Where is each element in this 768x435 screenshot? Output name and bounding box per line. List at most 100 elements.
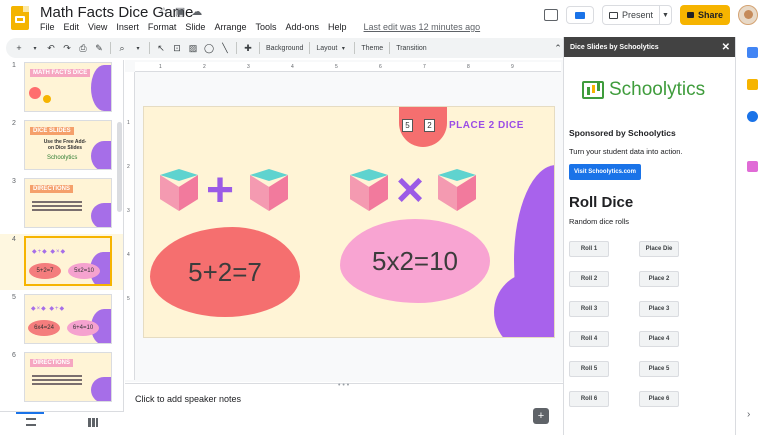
slide-thumbnail[interactable]: MATH FACTS DICE — [24, 62, 112, 112]
menu-slide[interactable]: Slide — [185, 22, 205, 32]
slide-thumbnail[interactable]: DIRECTIONS — [24, 352, 112, 402]
line-icon[interactable]: ╲ — [220, 43, 230, 54]
present-button[interactable]: Present ▼ — [602, 5, 672, 25]
menu-file[interactable]: File — [40, 22, 55, 32]
user-avatar[interactable] — [738, 5, 758, 25]
roll-4-button[interactable]: Roll 4 — [569, 331, 609, 347]
current-slide[interactable]: 5 2 PLACE 2 DICE + × 5+2=7 5x2=10 — [143, 106, 555, 338]
slide-number: 5 — [12, 294, 16, 301]
zoom-dropdown-icon[interactable]: ▾ — [133, 45, 143, 52]
menu-addons[interactable]: Add-ons — [285, 22, 319, 32]
undo-icon[interactable]: ↶ — [46, 43, 56, 54]
dice-addon-icon[interactable] — [747, 161, 758, 172]
left-equation[interactable]: 5+2=7 — [150, 227, 300, 317]
dice-cube-icon[interactable] — [350, 169, 388, 211]
present-icon — [609, 11, 618, 19]
decor-shape — [91, 65, 111, 111]
addon-side-panel: Dice Slides by Schoolytics ✕ Schoolytics… — [563, 37, 736, 435]
place-5-button[interactable]: Place 5 — [639, 361, 679, 377]
share-button[interactable]: Share — [680, 5, 730, 25]
roll-6-button[interactable]: Roll 6 — [569, 391, 609, 407]
menu-arrange[interactable]: Arrange — [214, 22, 246, 32]
background-button[interactable]: Background — [266, 45, 303, 52]
place-4-button[interactable]: Place 4 — [639, 331, 679, 347]
menu-help[interactable]: Help — [328, 22, 347, 32]
present-main[interactable]: Present — [603, 6, 661, 24]
right-equation[interactable]: 5x2=10 — [340, 219, 490, 303]
filmstrip-slide-4[interactable]: 4 ◆+◆ ◆×◆ 5+2=7 5x2=10 — [0, 234, 123, 290]
redo-icon[interactable]: ↷ — [62, 43, 72, 54]
grid-view-icon[interactable] — [88, 418, 98, 427]
calendar-icon[interactable] — [747, 47, 758, 58]
close-icon[interactable]: ✕ — [722, 42, 730, 53]
slides-logo-icon[interactable] — [11, 6, 29, 30]
ruler-tick: 4 — [127, 252, 130, 258]
new-slide-dropdown-icon[interactable]: ▾ — [30, 45, 40, 52]
speaker-notes[interactable]: • • • Click to add speaker notes + — [125, 382, 563, 435]
visit-schoolytics-button[interactable]: Visit Schoolytics.com — [569, 164, 641, 180]
layout-dropdown-icon[interactable]: ▾ — [338, 45, 348, 52]
place-die-button[interactable]: Place Die — [639, 241, 679, 257]
die-face[interactable]: 2 — [424, 119, 435, 132]
ruler-tick: 7 — [423, 64, 426, 70]
camera-icon — [575, 11, 585, 19]
speaker-notes-placeholder[interactable]: Click to add speaker notes — [135, 394, 241, 404]
thumbnail-left-equation: 6x4=24 — [28, 320, 60, 336]
roll-3-button[interactable]: Roll 3 — [569, 301, 609, 317]
explore-icon[interactable]: + — [533, 408, 549, 424]
filmstrip-scrollbar[interactable] — [117, 122, 122, 212]
filmstrip-slide-6[interactable]: 6 DIRECTIONS — [0, 350, 123, 406]
cloud-status-icon[interactable]: ☁ — [191, 5, 202, 18]
zoom-icon[interactable]: ⌕ — [117, 43, 127, 54]
google-slides-app: Math Facts Dice Game ☆ ▣ ☁ File Edit Vie… — [0, 0, 768, 435]
new-slide-icon[interactable]: + — [14, 43, 24, 53]
roll-dice-heading: Roll Dice — [569, 194, 634, 211]
filmstrip-slide-2[interactable]: 2 DICE SLIDES Use the Free Add-on Dice S… — [0, 118, 123, 174]
slide-thumbnail[interactable]: ◆×◆ ◆+◆ 6x4=24 6+4=10 — [24, 294, 112, 344]
list-view-icon[interactable] — [26, 418, 36, 426]
roll-2-button[interactable]: Roll 2 — [569, 271, 609, 287]
keep-icon[interactable] — [747, 79, 758, 90]
filmstrip-slide-1[interactable]: 1 MATH FACTS DICE — [0, 60, 123, 116]
slide-thumbnail[interactable]: DICE SLIDES Use the Free Add-on Dice Sli… — [24, 120, 112, 170]
present-dropdown-icon[interactable]: ▼ — [660, 12, 671, 19]
toolbar-divider — [389, 42, 391, 54]
filmstrip-slide-3[interactable]: 3 DIRECTIONS — [0, 176, 123, 232]
layout-button[interactable]: Layout — [316, 45, 337, 52]
meet-button[interactable] — [566, 6, 594, 24]
select-cursor-icon[interactable]: ↖ — [156, 43, 166, 54]
tasks-icon[interactable] — [747, 111, 758, 122]
shape-icon[interactable]: ◯ — [204, 43, 214, 54]
filmstrip-slide-5[interactable]: 5 ◆×◆ ◆+◆ 6x4=24 6+4=10 — [0, 292, 123, 348]
place-6-button[interactable]: Place 6 — [639, 391, 679, 407]
collapse-toolbar-icon[interactable]: ⌃ — [553, 43, 563, 54]
move-folder-icon[interactable]: ▣ — [175, 5, 185, 18]
dice-cube-icon[interactable] — [438, 169, 476, 211]
star-icon[interactable]: ☆ — [159, 5, 169, 18]
place-3-button[interactable]: Place 3 — [639, 301, 679, 317]
chevron-right-icon[interactable]: › — [747, 409, 750, 420]
slide-thumbnail[interactable]: DIRECTIONS — [24, 178, 112, 228]
roll-1-button[interactable]: Roll 1 — [569, 241, 609, 257]
dice-cube-icon[interactable] — [250, 169, 288, 211]
dice-cube-icon[interactable] — [160, 169, 198, 211]
theme-button[interactable]: Theme — [361, 45, 383, 52]
menu-tools[interactable]: Tools — [255, 22, 276, 32]
image-icon[interactable]: ▨ — [188, 43, 198, 54]
notes-resize-handle[interactable]: • • • — [338, 382, 349, 389]
transition-button[interactable]: Transition — [396, 45, 426, 52]
menu-view[interactable]: View — [88, 22, 107, 32]
text-box-icon[interactable]: ⊡ — [172, 43, 182, 54]
die-face[interactable]: 5 — [402, 119, 413, 132]
slide-thumbnail-selected[interactable]: ◆+◆ ◆×◆ 5+2=7 5x2=10 — [24, 236, 112, 286]
comments-icon[interactable] — [544, 9, 558, 21]
menu-edit[interactable]: Edit — [64, 22, 80, 32]
print-icon[interactable]: ⎙ — [78, 43, 88, 54]
comment-add-icon[interactable]: ✚ — [243, 43, 253, 54]
last-edit-link[interactable]: Last edit was 12 minutes ago — [364, 22, 481, 32]
paint-format-icon[interactable]: ✎ — [94, 43, 104, 54]
roll-5-button[interactable]: Roll 5 — [569, 361, 609, 377]
menu-insert[interactable]: Insert — [116, 22, 139, 32]
menu-format[interactable]: Format — [148, 22, 177, 32]
place-2-button[interactable]: Place 2 — [639, 271, 679, 287]
